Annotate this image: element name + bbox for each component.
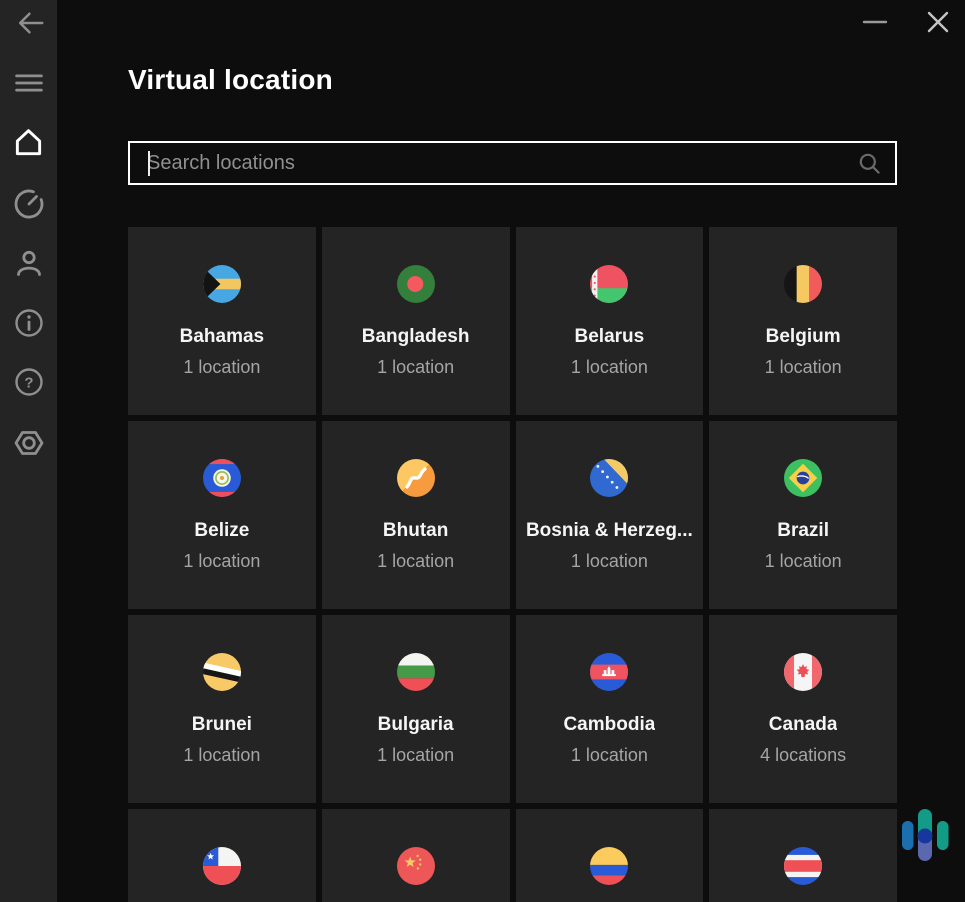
location-card[interactable]: Cambodia 1 location [516,615,704,803]
location-card[interactable]: Brunei 1 location [128,615,316,803]
menu-button[interactable] [12,66,45,99]
home-icon [13,127,44,158]
hamburger-menu-icon [13,70,45,96]
location-count: 1 location [377,744,454,766]
country-name: Belarus [575,326,645,348]
flag-cambodia-icon [590,653,628,691]
back-arrow-icon [13,8,45,38]
location-card[interactable]: Bahamas 1 location [128,227,316,415]
country-name: Bahamas [180,326,265,348]
flag-costa-rica-icon [784,847,822,885]
location-count: 1 location [765,550,842,572]
search-icon [857,151,882,176]
close-button[interactable] [923,7,953,37]
app-window: ? Virtual location Bahamas1 locationBang… [0,0,965,902]
flag-bosnia-icon [590,459,628,497]
flag-bhutan-icon [397,459,435,497]
location-count: 1 location [571,550,648,572]
location-count: 1 location [765,356,842,378]
text-caret [148,151,150,176]
brand-logo [896,800,954,872]
info-icon [13,307,45,339]
location-card[interactable]: Belize 1 location [128,421,316,609]
svg-text:?: ? [24,374,33,391]
minimize-icon [862,9,888,35]
country-name: Brunei [192,714,252,736]
flag-colombia-icon [590,847,628,885]
sidebar-item-settings[interactable] [12,426,45,459]
flag-china-icon [397,847,435,885]
country-name: Bosnia & Herzeg... [526,520,693,542]
location-card[interactable]: Belgium 1 location [709,227,897,415]
location-card[interactable] [128,809,316,902]
soundwave-bars-icon [896,800,954,872]
country-name: Belize [194,520,249,542]
location-card[interactable]: Canada 4 locations [709,615,897,803]
back-button[interactable] [12,6,45,39]
country-name: Belgium [766,326,841,348]
location-card[interactable] [516,809,704,902]
location-card[interactable] [322,809,510,902]
country-name: Bulgaria [378,714,454,736]
location-count: 1 location [571,744,648,766]
sidebar-item-info[interactable] [12,306,45,339]
sidebar-item-home[interactable] [12,126,45,159]
location-card[interactable]: Bosnia & Herzeg... 1 location [516,421,704,609]
country-name: Cambodia [563,714,655,736]
location-count: 1 location [377,356,454,378]
location-count: 1 location [183,356,260,378]
close-icon [925,9,951,35]
flag-brunei-icon [203,653,241,691]
settings-icon [13,427,45,459]
location-count: 1 location [571,356,648,378]
locations-grid: Bahamas1 locationBangladesh1 locationBel… [128,227,897,902]
country-name: Bangladesh [362,326,470,348]
location-card[interactable]: Belarus 1 location [516,227,704,415]
location-card[interactable]: Bulgaria 1 location [322,615,510,803]
account-icon [13,247,45,279]
flag-brazil-icon [784,459,822,497]
flag-belize-icon [203,459,241,497]
flag-bangladesh-icon [397,265,435,303]
help-icon: ? [13,366,45,398]
location-card[interactable] [709,809,897,902]
minimize-button[interactable] [860,7,890,37]
country-name: Brazil [777,520,829,542]
location-count: 1 location [377,550,454,572]
flag-chile-icon [203,847,241,885]
speedometer-icon [13,188,45,220]
flag-canada-icon [784,653,822,691]
sidebar-item-help[interactable]: ? [12,365,45,398]
country-name: Bhutan [383,520,448,542]
sidebar-item-speed[interactable] [12,187,45,220]
sidebar-item-account[interactable] [12,246,45,279]
location-count: 1 location [183,744,260,766]
location-count: 1 location [183,550,260,572]
flag-bulgaria-icon [397,653,435,691]
flag-belarus-icon [590,265,628,303]
flag-belgium-icon [784,265,822,303]
sidebar: ? [0,0,57,902]
location-card[interactable]: Brazil 1 location [709,421,897,609]
location-count: 4 locations [760,744,846,766]
location-card[interactable]: Bhutan 1 location [322,421,510,609]
search-input[interactable] [130,143,857,183]
page-title: Virtual location [128,64,333,96]
search-box [128,141,897,185]
flag-bahamas-icon [203,265,241,303]
country-name: Canada [769,714,838,736]
location-card[interactable]: Bangladesh 1 location [322,227,510,415]
